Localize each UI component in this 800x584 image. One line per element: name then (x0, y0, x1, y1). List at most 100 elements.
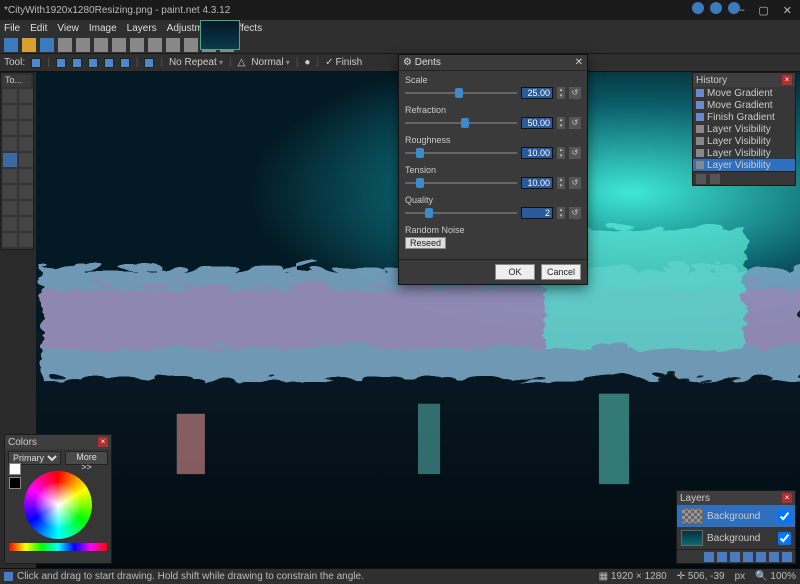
shape-mode-5-icon[interactable] (120, 58, 130, 68)
deselect-icon[interactable] (148, 38, 162, 52)
maximize-button[interactable]: ▢ (758, 4, 768, 17)
layer-merge-icon[interactable] (743, 552, 753, 562)
tool-paint-bucket[interactable] (19, 153, 33, 167)
layers-close-icon[interactable]: × (782, 493, 792, 503)
param-reset-icon[interactable]: ↺ (569, 177, 581, 189)
crop-icon[interactable] (130, 38, 144, 52)
new-icon[interactable] (4, 38, 18, 52)
tool-paintbrush[interactable] (3, 169, 17, 183)
tool-picker-icon[interactable] (31, 58, 41, 68)
colors-more-button[interactable]: More >> (65, 451, 108, 465)
layer-add-icon[interactable] (704, 552, 714, 562)
tool-gradient[interactable] (3, 153, 17, 167)
menu-layers[interactable]: Layers (127, 23, 157, 34)
tool-recolor[interactable] (19, 201, 33, 215)
settings-icon[interactable] (692, 2, 704, 14)
history-item[interactable]: Move Gradient (693, 99, 795, 111)
tool-magic-wand[interactable] (3, 137, 17, 151)
menu-view[interactable]: View (57, 23, 79, 34)
param-reset-icon[interactable]: ↺ (569, 87, 581, 99)
close-button[interactable]: ✕ (783, 4, 792, 17)
param-reset-icon[interactable]: ↺ (569, 207, 581, 219)
tool-rectangle[interactable] (3, 233, 17, 247)
layer-row[interactable]: Background (677, 527, 795, 549)
paste-icon[interactable] (112, 38, 126, 52)
param-slider[interactable] (405, 147, 517, 159)
param-reset-icon[interactable]: ↺ (569, 147, 581, 159)
param-slider[interactable] (405, 87, 517, 99)
tool-pan[interactable] (19, 137, 33, 151)
status-unit[interactable]: px (735, 571, 746, 582)
layer-properties-icon[interactable] (782, 552, 792, 562)
tool-eraser[interactable] (19, 169, 33, 183)
dialog-close-icon[interactable]: ✕ (575, 57, 583, 68)
param-slider[interactable] (405, 177, 517, 189)
param-spinner[interactable]: ▴▾ (557, 87, 565, 99)
layer-delete-icon[interactable] (717, 552, 727, 562)
param-slider[interactable] (405, 117, 517, 129)
color-wheel[interactable] (24, 471, 92, 539)
document-thumbnail[interactable] (200, 20, 240, 50)
finish-button[interactable]: Finish (325, 57, 362, 68)
palette-strip[interactable] (9, 543, 107, 551)
tool-color-picker[interactable] (19, 185, 33, 199)
param-spinner[interactable]: ▴▾ (557, 207, 565, 219)
param-value[interactable]: 10.00 (521, 177, 553, 189)
cut-icon[interactable] (76, 38, 90, 52)
sampling-icon[interactable] (144, 58, 154, 68)
history-item[interactable]: Move Gradient (693, 87, 795, 99)
tool-move-selection[interactable] (19, 105, 33, 119)
menu-edit[interactable]: Edit (30, 23, 47, 34)
tool-zoom[interactable] (19, 121, 33, 135)
layer-visibility-checkbox[interactable] (778, 510, 791, 523)
antialias-icon[interactable]: ● (304, 57, 310, 68)
tool-pencil[interactable] (3, 185, 17, 199)
param-value[interactable]: 10.00 (521, 147, 553, 159)
shape-mode-2-icon[interactable] (72, 58, 82, 68)
ok-button[interactable]: OK (495, 264, 535, 280)
param-spinner[interactable]: ▴▾ (557, 177, 565, 189)
param-reset-icon[interactable]: ↺ (569, 117, 581, 129)
layer-down-icon[interactable] (769, 552, 779, 562)
shape-mode-3-icon[interactable] (88, 58, 98, 68)
redo-icon[interactable] (184, 38, 198, 52)
colors-close-icon[interactable]: × (98, 437, 108, 447)
menu-file[interactable]: File (4, 23, 20, 34)
param-value[interactable]: 25.00 (521, 87, 553, 99)
tool-clone[interactable] (3, 201, 17, 215)
print-icon[interactable] (58, 38, 72, 52)
alpha-icon[interactable]: △ (238, 57, 246, 68)
open-icon[interactable] (22, 38, 36, 52)
cancel-button[interactable]: Cancel (541, 264, 581, 280)
shape-mode-4-icon[interactable] (104, 58, 114, 68)
layer-visibility-checkbox[interactable] (778, 532, 791, 545)
save-icon[interactable] (40, 38, 54, 52)
history-close-icon[interactable]: × (782, 75, 792, 85)
tool-shapes[interactable] (19, 233, 33, 247)
layer-row[interactable]: Background (677, 505, 795, 527)
history-item[interactable]: Layer Visibility (693, 147, 795, 159)
param-value[interactable]: 2 (521, 207, 553, 219)
param-spinner[interactable]: ▴▾ (557, 117, 565, 129)
donate-icon[interactable] (728, 2, 740, 14)
help-icon[interactable] (710, 2, 722, 14)
history-item[interactable]: Layer Visibility (693, 135, 795, 147)
history-undo-icon[interactable] (696, 174, 706, 184)
history-item[interactable]: Finish Gradient (693, 111, 795, 123)
param-slider[interactable] (405, 207, 517, 219)
undo-icon[interactable] (166, 38, 180, 52)
layer-duplicate-icon[interactable] (730, 552, 740, 562)
layer-up-icon[interactable] (756, 552, 766, 562)
tool-move[interactable] (19, 89, 33, 103)
param-value[interactable]: 50.00 (521, 117, 553, 129)
param-spinner[interactable]: ▴▾ (557, 147, 565, 159)
primary-swatch[interactable] (9, 463, 21, 475)
tool-line[interactable] (19, 217, 33, 231)
history-item[interactable]: Layer Visibility (693, 123, 795, 135)
menu-image[interactable]: Image (89, 23, 117, 34)
history-redo-icon[interactable] (710, 174, 720, 184)
secondary-swatch[interactable] (9, 477, 21, 489)
repeat-dropdown[interactable]: No Repeat (169, 57, 223, 68)
tool-lasso[interactable] (3, 105, 17, 119)
tool-text[interactable] (3, 217, 17, 231)
